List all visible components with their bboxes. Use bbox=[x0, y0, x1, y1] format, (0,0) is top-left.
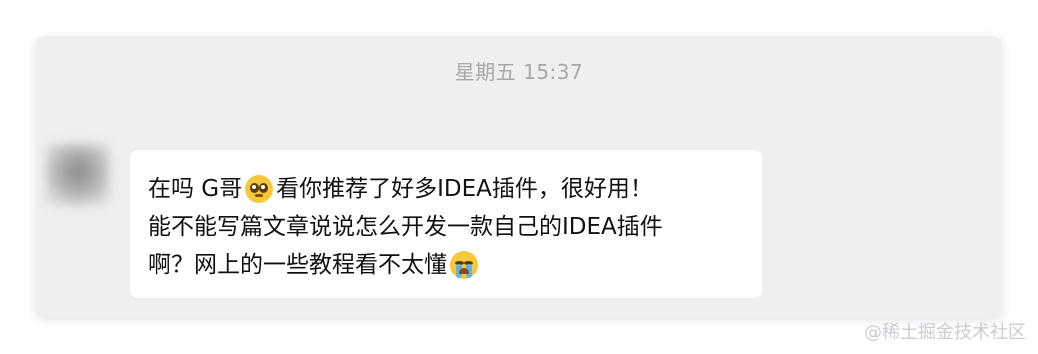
watermark: @稀土掘金技术社区 bbox=[864, 322, 1026, 343]
loudly-crying-face-icon bbox=[450, 251, 478, 279]
message-text: 看你推荐了好多IDEA插件，很好用！ bbox=[276, 176, 653, 202]
avatar[interactable] bbox=[46, 144, 110, 206]
message-line-2: 能不能写篇文章说说怎么开发一款自己的IDEA插件 bbox=[148, 208, 744, 246]
chat-window: 星期五 15:37 在吗 G哥 看你推荐了好多IDEA插件，很好用！ 能不能写篇… bbox=[36, 36, 1002, 318]
message-bubble[interactable]: 在吗 G哥 看你推荐了好多IDEA插件，很好用！ 能不能写篇文章说说怎么开发一款… bbox=[130, 150, 762, 298]
message-text: 啊？网上的一些教程看不太懂 bbox=[148, 252, 447, 278]
message-line-1: 在吗 G哥 看你推荐了好多IDEA插件，很好用！ bbox=[148, 170, 744, 208]
pleading-face-icon bbox=[245, 175, 274, 203]
message-line-3: 啊？网上的一些教程看不太懂 bbox=[148, 246, 744, 284]
message-timestamp: 星期五 15:37 bbox=[454, 60, 584, 84]
message-text: 在吗 G哥 bbox=[148, 176, 243, 202]
message-text: 能不能写篇文章说说怎么开发一款自己的IDEA插件 bbox=[148, 214, 663, 240]
